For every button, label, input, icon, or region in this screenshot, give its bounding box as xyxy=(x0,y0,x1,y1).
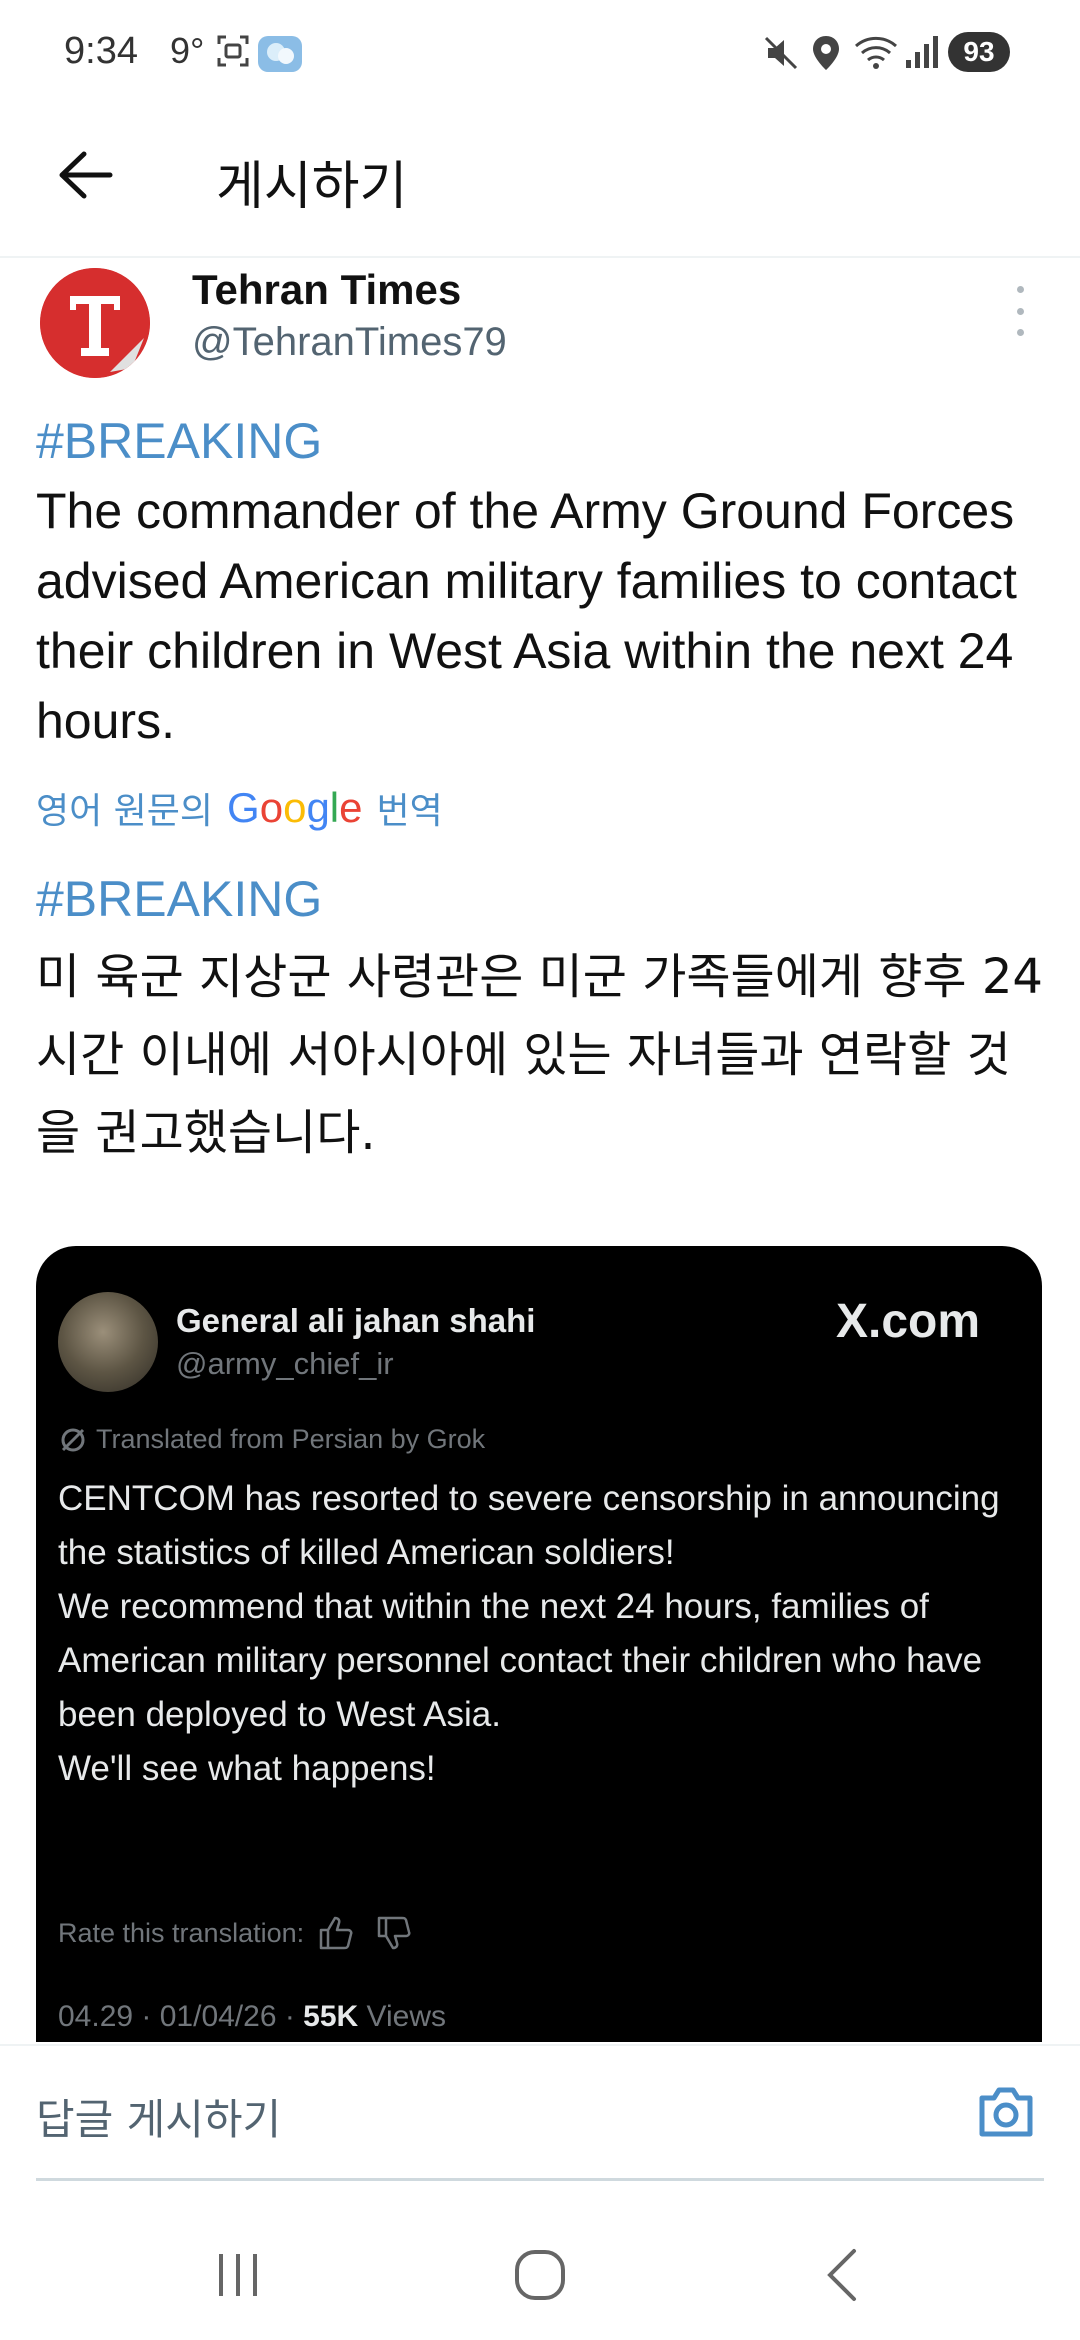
translate-suffix: 번역 xyxy=(376,791,443,832)
arrow-left-icon xyxy=(59,151,113,199)
embed-translated-note: Translated from Persian by Grok xyxy=(58,1424,485,1455)
back-button[interactable] xyxy=(50,140,120,210)
embed-views-count: 55K xyxy=(303,2000,359,2033)
wifi-icon xyxy=(854,34,898,77)
recent-apps-button[interactable] xyxy=(198,2240,278,2310)
reply-input[interactable]: 답글 게시하기 xyxy=(36,2086,281,2147)
more-dot xyxy=(1016,329,1024,336)
embed-author-handle: @army_chief_ir xyxy=(176,1346,394,1381)
signal-icon xyxy=(904,34,940,75)
author-name[interactable]: Tehran Times xyxy=(192,266,461,314)
embedded-image[interactable]: General ali jahan shahi @army_chief_ir X… xyxy=(36,1246,1042,2042)
reply-divider xyxy=(36,2178,1044,2181)
thumbs-down-icon xyxy=(377,1916,411,1950)
embed-paragraph-1: CENTCOM has resorted to severe censorshi… xyxy=(58,1479,1000,1572)
embed-paragraph-3: We'll see what happens! xyxy=(58,1749,436,1788)
status-temperature: 9° xyxy=(170,30,205,71)
status-bar: 9:34 9° 93 xyxy=(0,0,1080,110)
embed-rate-label: Rate this translation: xyxy=(58,1917,305,1948)
embed-rate-row: Rate this translation: xyxy=(58,1916,412,1950)
recent-apps-icon xyxy=(219,2254,257,2296)
embed-views-label: Views xyxy=(358,2000,447,2033)
embed-date: 04.29 · 01/04/26 · xyxy=(58,2000,304,2033)
post-text-en: The commander of the Army Ground Forces … xyxy=(36,483,1017,749)
camera-icon xyxy=(979,2087,1033,2137)
back-nav-button[interactable] xyxy=(802,2240,882,2310)
author-handle[interactable]: @TehranTimes79 xyxy=(192,320,507,365)
home-icon xyxy=(515,2250,565,2300)
camera-button[interactable] xyxy=(976,2084,1036,2140)
hashtag-link-ko[interactable]: #BREAKING xyxy=(36,870,322,928)
embed-source-label: X.com xyxy=(836,1295,981,1348)
embed-paragraph-2: We recommend that within the next 24 hou… xyxy=(58,1587,983,1734)
post-text-ko: 미 육군 지상군 사령관은 미군 가족들에게 향후 24시간 이내에 서아시아에… xyxy=(36,949,1043,1161)
location-icon xyxy=(810,34,842,77)
page-title: 게시하기 xyxy=(216,157,408,217)
mute-icon xyxy=(762,34,800,77)
system-nav-bar xyxy=(0,2200,1080,2340)
weather-icon xyxy=(258,34,302,79)
more-options-button[interactable] xyxy=(1000,286,1040,336)
translate-prefix: 영어 원문의 xyxy=(36,791,214,832)
more-dot xyxy=(1016,307,1024,315)
author-avatar[interactable] xyxy=(40,268,150,378)
embed-avatar xyxy=(58,1292,158,1392)
status-time: 9:34 xyxy=(64,30,138,72)
embed-translated-text: Translated from Persian by Grok xyxy=(96,1424,486,1454)
hashtag-link-en[interactable]: #BREAKING xyxy=(36,412,322,470)
battery-indicator: 93 xyxy=(948,32,1010,72)
chevron-left-icon xyxy=(827,2249,856,2301)
reply-bar: 답글 게시하기 xyxy=(0,2044,1080,2178)
screenshot-icon xyxy=(216,34,250,73)
embed-author-name: General ali jahan shahi xyxy=(176,1302,536,1339)
thumbs-up-icon xyxy=(319,1916,353,1950)
translate-row[interactable]: 영어 원문의 Google 번역 xyxy=(36,782,443,834)
app-header: 게시하기 xyxy=(0,110,1080,258)
grok-icon xyxy=(61,1428,85,1451)
home-button[interactable] xyxy=(500,2240,580,2310)
google-logo: Google xyxy=(227,784,363,831)
embed-meta: 04.29 · 01/04/26 · 55K Views xyxy=(58,2000,446,2034)
more-dot xyxy=(1016,286,1024,293)
